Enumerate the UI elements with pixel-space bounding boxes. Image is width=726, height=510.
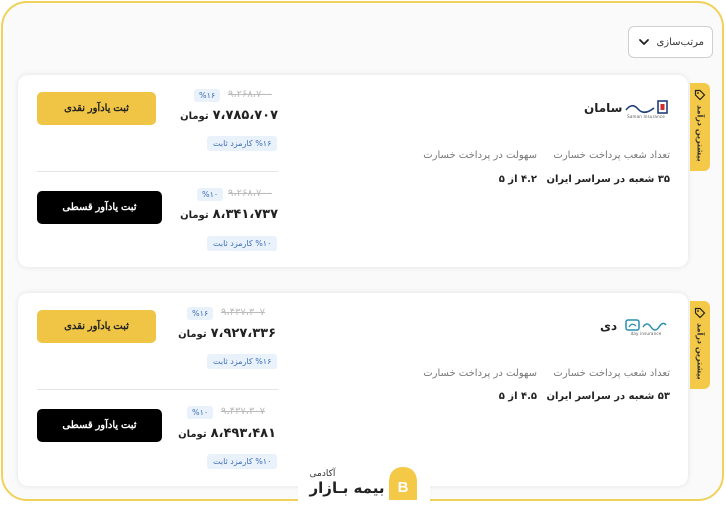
- currency-label: تومان: [180, 210, 209, 221]
- price-value: ۷،۷۸۵،۷۰۷: [212, 108, 278, 123]
- footer-text: آکادمی بیمه بـازار: [310, 469, 385, 497]
- saman-logo: Saman Insurance: [624, 100, 668, 119]
- cash-reminder-button[interactable]: ثبت یادآور نقدی: [37, 92, 156, 125]
- fixed-fee-badge: %۱۰ کارمزد ثابت: [207, 454, 278, 469]
- tag-icon: [694, 307, 706, 319]
- divider: [37, 389, 278, 390]
- fixed-fee-badge: %۱۶ کارمزد ثابت: [207, 136, 278, 151]
- highest-income-tab: بیشترین درآمد: [690, 301, 710, 389]
- old-price: ۹،۲۶۸،۷۰۰: [228, 188, 273, 199]
- day-logo: day insurance: [625, 319, 667, 336]
- saman-logo-text: Saman Insurance: [627, 114, 665, 119]
- price-row: ۸،۴۹۳،۴۸۱ تومان: [178, 426, 276, 441]
- currency-label: تومان: [178, 429, 207, 440]
- old-price: ۹،۴۳۷،۳۰۷: [221, 406, 266, 417]
- tab-label: بیشترین درآمد: [695, 323, 705, 380]
- currency-label: تومان: [180, 111, 209, 122]
- saman-logo-icon: [625, 100, 668, 114]
- old-price: ۹،۴۳۷،۳۰۷: [221, 307, 266, 318]
- discount-badge: %۱۰: [187, 406, 214, 419]
- discount-badge: %۱۶: [194, 89, 221, 102]
- highest-income-tab: بیشترین درآمد: [690, 83, 710, 171]
- insurer-name: سامان: [584, 101, 623, 115]
- branches-label: تعداد شعب پرداخت خسارت: [553, 150, 670, 161]
- tag-icon: [694, 89, 706, 101]
- price-row: ۸،۳۴۱،۷۳۷ تومان: [180, 207, 278, 222]
- currency-label: تومان: [178, 329, 207, 340]
- old-price: ۹،۲۶۸،۷۰۰: [228, 89, 273, 100]
- fixed-fee-badge: %۱۰ کارمزد ثابت: [207, 236, 278, 251]
- ease-value: ۴.۲ از ۵: [498, 174, 537, 185]
- cash-reminder-button[interactable]: ثبت یادآور نقدی: [37, 310, 156, 343]
- day-logo-text: day insurance: [630, 331, 662, 336]
- ease-label: سهولت در پرداخت خسارت: [423, 150, 537, 161]
- installment-reminder-button[interactable]: ثبت یادآور قسطی: [37, 191, 162, 224]
- discount-badge: %۱۰: [197, 188, 224, 201]
- tab-label: بیشترین درآمد: [695, 105, 705, 162]
- logo-letter: B: [398, 479, 409, 496]
- ease-label: سهولت در پرداخت خسارت: [423, 368, 537, 379]
- branches-label: تعداد شعب پرداخت خسارت: [553, 368, 670, 379]
- price-value: ۸،۳۴۱،۷۳۷: [212, 207, 278, 222]
- installment-reminder-button[interactable]: ثبت یادآور قسطی: [37, 409, 162, 442]
- divider: [37, 171, 278, 172]
- bimebazar-logo-icon: B: [389, 467, 418, 500]
- footer-academy-text: آکادمی: [309, 469, 336, 479]
- chevron-down-icon: [639, 39, 649, 45]
- bimebazar-academy-logo: آکادمی بیمه بـازار B: [298, 463, 430, 503]
- sort-label: مرتب‌سازی: [656, 36, 704, 48]
- price-value: ۷،۹۲۷،۳۳۶: [210, 326, 276, 341]
- insurer-name: دی: [600, 319, 618, 333]
- fixed-fee-badge: %۱۶ کارمزد ثابت: [207, 354, 278, 369]
- price-row: ۷،۹۲۷،۳۳۶ تومان: [178, 326, 276, 341]
- branches-value: ۵۳ شعبه در سراسر ایران: [546, 391, 670, 402]
- price-row: ۷،۷۸۵،۷۰۷ تومان: [180, 108, 278, 123]
- day-logo-icon: [625, 319, 667, 331]
- ease-value: ۴.۵ از ۵: [498, 391, 537, 402]
- branches-value: ۳۵ شعبه در سراسر ایران: [546, 174, 670, 185]
- footer-brand-text: بیمه بـازار: [309, 479, 385, 497]
- sort-dropdown[interactable]: مرتب‌سازی: [628, 26, 713, 58]
- discount-badge: %۱۶: [187, 307, 214, 320]
- price-value: ۸،۴۹۳،۴۸۱: [210, 426, 276, 441]
